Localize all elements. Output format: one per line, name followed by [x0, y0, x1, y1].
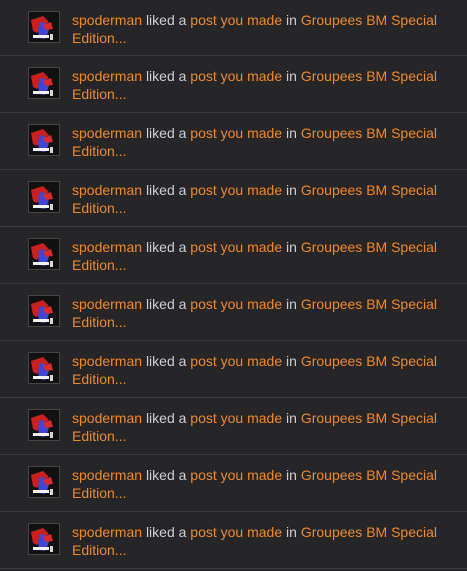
post-link[interactable]: post you made	[190, 467, 282, 483]
notification-text: spoderman liked a post you made in Group…	[72, 295, 452, 331]
topic-link-line2[interactable]: Edition...	[72, 314, 126, 330]
notification-action: liked a	[145, 239, 187, 255]
topic-link-line1[interactable]: Groupees BM Special	[301, 353, 437, 369]
spiderman-avatar-icon[interactable]	[29, 410, 59, 440]
notification-text: spoderman liked a post you made in Group…	[72, 523, 452, 559]
notification-item[interactable]: spoderman liked a post you made in Group…	[0, 284, 467, 341]
notification-text: spoderman liked a post you made in Group…	[72, 181, 452, 217]
user-link[interactable]: spoderman	[72, 296, 142, 312]
spiderman-avatar-icon[interactable]	[29, 467, 59, 497]
notification-text: spoderman liked a post you made in Group…	[72, 67, 452, 103]
topic-link-line2[interactable]: Edition...	[72, 428, 126, 444]
post-link[interactable]: post you made	[190, 239, 282, 255]
notification-list: spoderman liked a post you made in Group…	[0, 0, 467, 571]
preposition-text: in	[286, 239, 297, 255]
topic-link-line2[interactable]: Edition...	[72, 86, 126, 102]
topic-link-line1[interactable]: Groupees BM Special	[301, 182, 437, 198]
notification-action: liked a	[145, 12, 187, 28]
spiderman-avatar-icon[interactable]	[29, 296, 59, 326]
notification-text: spoderman liked a post you made in Group…	[72, 409, 452, 445]
user-link[interactable]: spoderman	[72, 467, 142, 483]
notification-item[interactable]: spoderman liked a post you made in Group…	[0, 56, 467, 113]
notification-action: liked a	[145, 353, 187, 369]
preposition-text: in	[286, 524, 297, 540]
notification-text: spoderman liked a post you made in Group…	[72, 124, 452, 160]
user-link[interactable]: spoderman	[72, 68, 142, 84]
post-link[interactable]: post you made	[190, 353, 282, 369]
topic-link-line2[interactable]: Edition...	[72, 485, 126, 501]
spiderman-avatar-icon[interactable]	[29, 524, 59, 554]
notification-action: liked a	[145, 467, 187, 483]
topic-link-line1[interactable]: Groupees BM Special	[301, 524, 437, 540]
topic-link-line1[interactable]: Groupees BM Special	[301, 410, 437, 426]
notification-item[interactable]: spoderman liked a post you made in Group…	[0, 113, 467, 170]
topic-link-line1[interactable]: Groupees BM Special	[301, 239, 437, 255]
notification-item[interactable]: spoderman liked a post you made in Group…	[0, 227, 467, 284]
notification-action: liked a	[145, 296, 187, 312]
user-link[interactable]: spoderman	[72, 182, 142, 198]
post-link[interactable]: post you made	[190, 296, 282, 312]
topic-link-line1[interactable]: Groupees BM Special	[301, 296, 437, 312]
spiderman-avatar-icon[interactable]	[29, 182, 59, 212]
user-link[interactable]: spoderman	[72, 239, 142, 255]
post-link[interactable]: post you made	[190, 125, 282, 141]
notification-text: spoderman liked a post you made in Group…	[72, 238, 452, 274]
preposition-text: in	[286, 125, 297, 141]
notification-item[interactable]: spoderman liked a post you made in Group…	[0, 398, 467, 455]
preposition-text: in	[286, 467, 297, 483]
notification-item[interactable]: spoderman liked a post you made in Group…	[0, 341, 467, 398]
topic-link-line2[interactable]: Edition...	[72, 143, 126, 159]
notification-action: liked a	[145, 68, 187, 84]
topic-link-line1[interactable]: Groupees BM Special	[301, 12, 437, 28]
user-link[interactable]: spoderman	[72, 12, 142, 28]
post-link[interactable]: post you made	[190, 410, 282, 426]
notification-action: liked a	[145, 410, 187, 426]
notification-text: spoderman liked a post you made in Group…	[72, 11, 452, 47]
spiderman-avatar-icon[interactable]	[29, 239, 59, 269]
topic-link-line2[interactable]: Edition...	[72, 371, 126, 387]
post-link[interactable]: post you made	[190, 68, 282, 84]
spiderman-avatar-icon[interactable]	[29, 353, 59, 383]
spiderman-avatar-icon[interactable]	[29, 125, 59, 155]
topic-link-line2[interactable]: Edition...	[72, 257, 126, 273]
notification-text: spoderman liked a post you made in Group…	[72, 352, 452, 388]
topic-link-line1[interactable]: Groupees BM Special	[301, 68, 437, 84]
user-link[interactable]: spoderman	[72, 410, 142, 426]
topic-link-line2[interactable]: Edition...	[72, 200, 126, 216]
notification-action: liked a	[145, 125, 187, 141]
spiderman-avatar-icon[interactable]	[29, 68, 59, 98]
preposition-text: in	[286, 353, 297, 369]
notification-text: spoderman liked a post you made in Group…	[72, 466, 452, 502]
notification-item[interactable]: spoderman liked a post you made in Group…	[0, 170, 467, 227]
post-link[interactable]: post you made	[190, 524, 282, 540]
notification-item[interactable]: spoderman liked a post you made in Group…	[0, 512, 467, 569]
notification-item[interactable]: spoderman liked a post you made in Group…	[0, 0, 467, 56]
topic-link-line2[interactable]: Edition...	[72, 30, 126, 46]
post-link[interactable]: post you made	[190, 182, 282, 198]
post-link[interactable]: post you made	[190, 12, 282, 28]
preposition-text: in	[286, 68, 297, 84]
notification-action: liked a	[145, 182, 187, 198]
user-link[interactable]: spoderman	[72, 125, 142, 141]
topic-link-line1[interactable]: Groupees BM Special	[301, 467, 437, 483]
preposition-text: in	[286, 182, 297, 198]
topic-link-line1[interactable]: Groupees BM Special	[301, 125, 437, 141]
notification-item[interactable]: spoderman liked a post you made in Group…	[0, 455, 467, 512]
user-link[interactable]: spoderman	[72, 524, 142, 540]
notification-action: liked a	[145, 524, 187, 540]
preposition-text: in	[286, 12, 297, 28]
spiderman-avatar-icon[interactable]	[29, 12, 59, 42]
preposition-text: in	[286, 296, 297, 312]
topic-link-line2[interactable]: Edition...	[72, 542, 126, 558]
preposition-text: in	[286, 410, 297, 426]
user-link[interactable]: spoderman	[72, 353, 142, 369]
